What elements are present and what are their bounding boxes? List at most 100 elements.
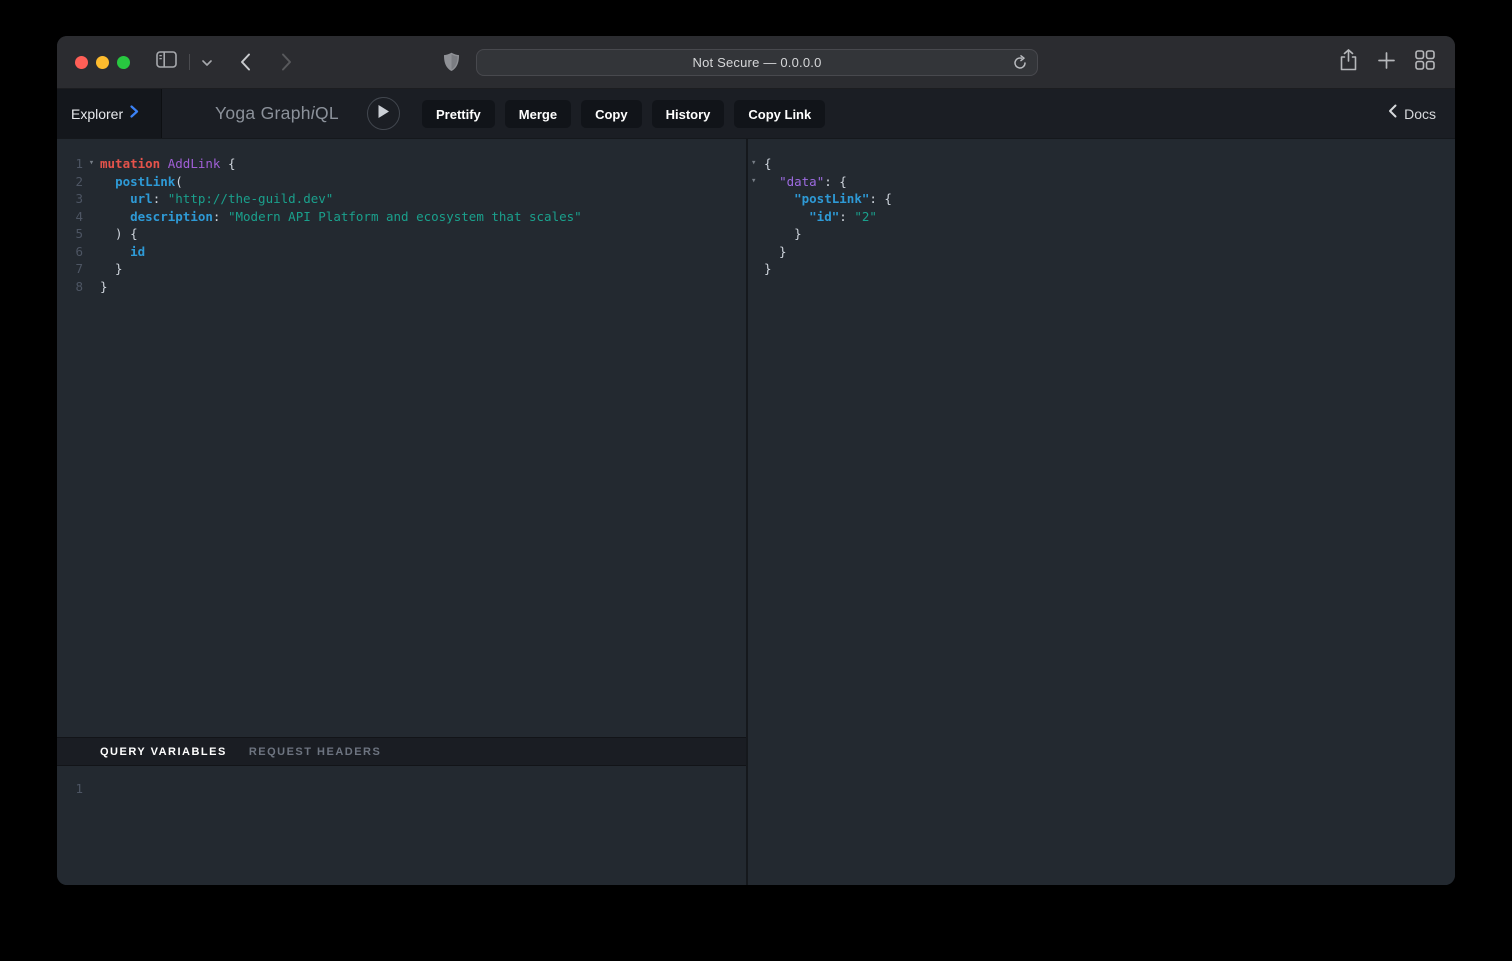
code-token xyxy=(100,209,130,224)
line-number: 4 xyxy=(57,208,83,226)
copy-button[interactable]: Copy xyxy=(581,100,642,128)
traffic-lights xyxy=(75,56,130,69)
chevron-left-icon xyxy=(1388,104,1397,123)
code-token: description xyxy=(130,209,213,224)
toolbar-buttons: Prettify Merge Copy History Copy Link xyxy=(422,100,825,128)
code-token: "2" xyxy=(854,209,877,224)
back-button-icon[interactable] xyxy=(240,53,251,71)
code-text: } xyxy=(764,243,787,261)
desktop-background: Not Secure — 0.0.0.0 xyxy=(0,0,1512,961)
code-text: "data": { xyxy=(764,173,847,191)
fold-spacer xyxy=(83,243,100,261)
code-token: } xyxy=(100,279,108,294)
fold-arrow-icon[interactable]: ▾ xyxy=(83,155,100,173)
code-token: : xyxy=(839,209,854,224)
bottom-tab-bar: QUERY VARIABLES REQUEST HEADERS xyxy=(57,737,746,766)
safari-window: Not Secure — 0.0.0.0 xyxy=(57,36,1455,885)
code-line: } xyxy=(748,243,1455,261)
address-text: Not Secure — 0.0.0.0 xyxy=(692,55,821,70)
history-button[interactable]: History xyxy=(652,100,725,128)
zoom-window-button[interactable] xyxy=(117,56,130,69)
code-text: id xyxy=(100,243,145,261)
code-token: id xyxy=(130,244,145,259)
app-title: Yoga GraphiQL xyxy=(215,89,339,138)
code-token: "Modern API Platform and ecosystem that … xyxy=(228,209,582,224)
prettify-button[interactable]: Prettify xyxy=(422,100,495,128)
query-editor[interactable]: 1▾mutation AddLink {2 postLink(3 url: "h… xyxy=(57,139,746,737)
fold-arrow-icon[interactable]: ▾ xyxy=(748,173,764,191)
chevron-down-icon[interactable] xyxy=(202,53,212,71)
code-line: 3 url: "http://the-guild.dev" xyxy=(57,190,746,208)
code-line: 4 description: "Modern API Platform and … xyxy=(57,208,746,226)
line-number: 5 xyxy=(57,225,83,243)
code-text: mutation AddLink { xyxy=(100,155,236,173)
code-text: } xyxy=(100,260,123,278)
code-token: { xyxy=(220,156,235,171)
code-line: 2 postLink( xyxy=(57,173,746,191)
code-token xyxy=(100,244,130,259)
code-text: "id": "2" xyxy=(764,208,877,226)
code-line: 1▾mutation AddLink { xyxy=(57,155,746,173)
sidebar-toggle-icon[interactable] xyxy=(156,51,177,73)
code-token xyxy=(100,174,115,189)
code-text: description: "Modern API Platform and ec… xyxy=(100,208,582,226)
code-token: postLink xyxy=(115,174,175,189)
variables-editor[interactable]: 1 xyxy=(57,766,746,885)
code-line: "id": "2" xyxy=(748,208,1455,226)
fold-spacer xyxy=(83,225,100,243)
code-token: : { xyxy=(869,191,892,206)
fold-spacer xyxy=(748,190,764,208)
line-number: 2 xyxy=(57,173,83,191)
code-token: ) { xyxy=(100,226,138,241)
explorer-toggle[interactable]: Explorer xyxy=(57,89,162,138)
chevron-right-icon xyxy=(130,105,139,123)
close-window-button[interactable] xyxy=(75,56,88,69)
new-tab-icon[interactable] xyxy=(1378,52,1395,74)
merge-button[interactable]: Merge xyxy=(505,100,571,128)
code-line: } xyxy=(748,260,1455,278)
fold-spacer xyxy=(83,173,100,191)
code-line: ▾{ xyxy=(748,155,1455,173)
copy-link-button[interactable]: Copy Link xyxy=(734,100,825,128)
titlebar-right-icons xyxy=(1339,36,1435,89)
tab-overview-icon[interactable] xyxy=(1415,50,1435,75)
line-number: 1 xyxy=(57,155,83,173)
tab-request-headers[interactable]: REQUEST HEADERS xyxy=(249,746,382,758)
explorer-label: Explorer xyxy=(71,106,123,122)
address-bar[interactable]: Not Secure — 0.0.0.0 xyxy=(476,49,1038,76)
code-token xyxy=(160,156,168,171)
code-token: AddLink xyxy=(168,156,221,171)
nav-cluster xyxy=(156,51,292,73)
line-number: 8 xyxy=(57,278,83,296)
code-token: "postLink" xyxy=(794,191,869,206)
code-token: : xyxy=(153,191,168,206)
tab-query-variables[interactable]: QUERY VARIABLES xyxy=(100,746,227,758)
fold-spacer xyxy=(748,208,764,226)
execute-query-button[interactable] xyxy=(367,97,400,130)
code-token: } xyxy=(764,261,772,276)
code-token: : xyxy=(213,209,228,224)
reload-icon[interactable] xyxy=(1012,55,1028,76)
line-number: 7 xyxy=(57,260,83,278)
code-token xyxy=(100,191,130,206)
code-token: { xyxy=(764,156,772,171)
line-number: 6 xyxy=(57,243,83,261)
privacy-shield-icon[interactable] xyxy=(443,52,460,77)
code-line: "postLink": { xyxy=(748,190,1455,208)
response-viewer[interactable]: ▾{▾ "data": { "postLink": { "id": "2" } … xyxy=(748,139,1455,885)
fold-arrow-icon[interactable]: ▾ xyxy=(748,155,764,173)
minimize-window-button[interactable] xyxy=(96,56,109,69)
line-number: 1 xyxy=(57,780,83,798)
fold-spacer xyxy=(83,208,100,226)
docs-link[interactable]: Docs xyxy=(1388,89,1436,138)
code-line: 6 id xyxy=(57,243,746,261)
code-token xyxy=(764,191,794,206)
line-number: 3 xyxy=(57,190,83,208)
forward-button-icon[interactable] xyxy=(281,53,292,71)
code-token: : { xyxy=(824,174,847,189)
share-icon[interactable] xyxy=(1339,49,1358,76)
fold-spacer xyxy=(748,243,764,261)
code-text: } xyxy=(100,278,108,296)
code-token xyxy=(764,209,809,224)
code-token: url xyxy=(130,191,153,206)
